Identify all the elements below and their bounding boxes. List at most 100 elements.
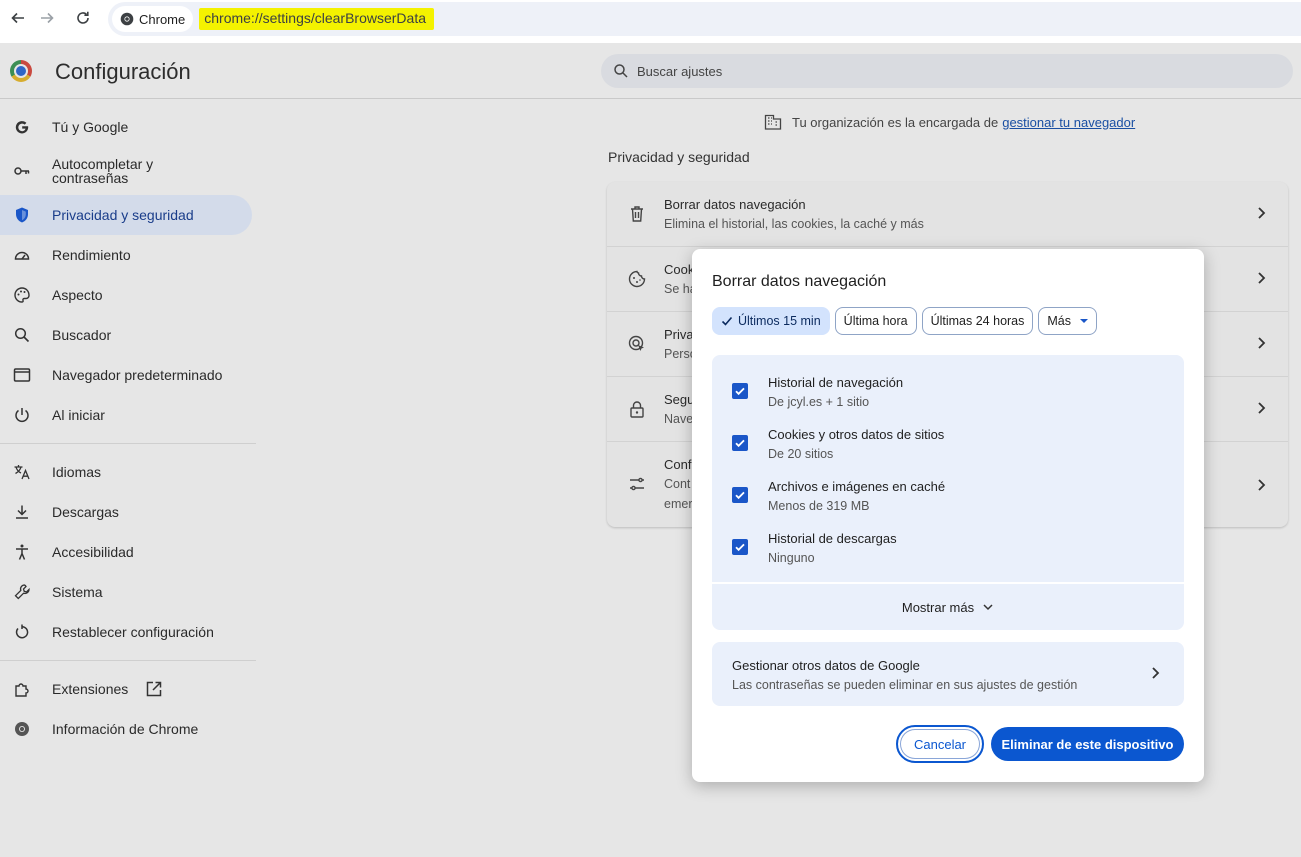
lock-icon <box>627 399 647 419</box>
arrow-right-icon <box>41 12 54 24</box>
power-icon <box>12 405 32 425</box>
search-settings-input[interactable]: Buscar ajustes <box>601 54 1293 88</box>
reset-icon <box>12 622 32 642</box>
search-icon <box>614 64 628 78</box>
sidebar-item-label: Accesibilidad <box>52 544 134 560</box>
row-subtitle: Cont <box>664 477 691 491</box>
external-link-icon <box>145 680 163 698</box>
tune-icon <box>627 474 647 494</box>
section-title: Privacidad y seguridad <box>608 149 750 165</box>
sidebar-item-downloads[interactable]: Descargas <box>0 492 256 532</box>
sidebar-item-languages[interactable]: Idiomas <box>0 452 256 492</box>
row-clear-browsing-data[interactable]: Borrar datos navegación Elimina el histo… <box>607 182 1288 247</box>
sidebar-item-label: Idiomas <box>52 464 102 480</box>
sidebar-item-extensions[interactable]: Extensiones <box>0 669 256 709</box>
range-last-hour[interactable]: Última hora <box>834 307 917 335</box>
google-data-subtitle: Las contraseñas se pueden eliminar en su… <box>732 678 1078 692</box>
chevron-right-icon <box>1258 402 1266 414</box>
sidebar-item-search-engine[interactable]: Buscador <box>0 315 256 355</box>
sidebar-item-appearance[interactable]: Aspecto <box>0 275 256 315</box>
sidebar-item-you-and-google[interactable]: Tú y Google <box>0 107 256 147</box>
checkbox-download-history[interactable] <box>732 539 748 555</box>
settings-header: Configuración Buscar ajustes <box>0 43 1301 99</box>
row-subtitle-2: emer <box>664 497 693 511</box>
google-data-title: Gestionar otros datos de Google <box>732 658 920 673</box>
download-icon <box>12 502 32 522</box>
sidebar-item-reset[interactable]: Restablecer configuración <box>0 612 256 652</box>
address-bar[interactable]: Chrome chrome://settings/clearBrowserDat… <box>108 2 1301 36</box>
sidebar-item-label: Al iniciar <box>52 407 105 423</box>
chevron-right-icon <box>1258 337 1266 349</box>
checkbox-browsing-history[interactable] <box>732 383 748 399</box>
check-icon <box>735 543 745 552</box>
data-item-detail: Ninguno <box>768 551 815 565</box>
row-subtitle: Elimina el historial, las cookies, la ca… <box>664 217 924 231</box>
url-text[interactable]: chrome://settings/clearBrowserData <box>199 8 435 30</box>
sidebar-item-label: Tú y Google <box>52 119 129 135</box>
chevron-right-icon <box>1258 272 1266 284</box>
sidebar-item-privacy[interactable]: Privacidad y seguridad <box>0 195 252 235</box>
sidebar-item-autofill[interactable]: Autocompletar y contraseñas <box>0 147 256 195</box>
delete-from-device-button[interactable]: Eliminar de este dispositivo <box>991 727 1184 761</box>
show-more-button[interactable]: Mostrar más <box>712 584 1184 630</box>
checkbox-cookies[interactable] <box>732 435 748 451</box>
data-item-cookies[interactable]: Cookies y otros datos de sitios De 20 si… <box>712 407 1184 461</box>
site-chip-label: Chrome <box>139 11 186 27</box>
clear-browsing-data-dialog: Borrar datos navegación Últimos 15 min Ú… <box>692 249 1204 782</box>
sidebar-item-label: Rendimiento <box>52 247 131 263</box>
chrome-logo-icon <box>10 60 32 82</box>
range-label: Más <box>1047 314 1072 328</box>
sidebar-item-label: Aspecto <box>52 287 103 303</box>
search-placeholder: Buscar ajustes <box>637 63 723 79</box>
accessibility-icon <box>12 542 32 562</box>
data-item-cache[interactable]: Archivos e imágenes en caché Menos de 31… <box>712 459 1184 513</box>
sidebar-item-label: Extensiones <box>52 681 129 697</box>
row-title: Segu <box>664 392 695 407</box>
sidebar-item-default-browser[interactable]: Navegador predeterminado <box>0 355 256 395</box>
sidebar-divider <box>0 660 256 661</box>
reload-button[interactable] <box>65 0 101 36</box>
manage-google-data-link[interactable]: Gestionar otros datos de Google Las cont… <box>712 642 1184 706</box>
data-item-title: Historial de descargas <box>768 531 897 546</box>
range-label: Última hora <box>843 314 908 328</box>
range-last-24-hours[interactable]: Últimas 24 horas <box>921 307 1034 335</box>
data-item-download-history[interactable]: Historial de descargas Ninguno <box>712 511 1184 565</box>
ads-privacy-icon <box>627 334 647 354</box>
check-icon <box>735 439 745 448</box>
sidebar-item-label: Privacidad y seguridad <box>52 207 194 223</box>
checkbox-cache[interactable] <box>732 487 748 503</box>
sidebar-item-label: Descargas <box>52 504 119 520</box>
search-icon <box>12 325 32 345</box>
time-range-selector: Últimos 15 min Última hora Últimas 24 ho… <box>712 307 1098 335</box>
check-icon <box>721 316 733 326</box>
page-title: Configuración <box>55 59 191 84</box>
sidebar-item-on-startup[interactable]: Al iniciar <box>0 395 256 435</box>
cookie-icon <box>627 269 647 289</box>
range-last-15-min[interactable]: Últimos 15 min <box>712 307 830 335</box>
extension-icon <box>12 679 32 699</box>
sidebar: Tú y Google Autocompletar y contraseñas … <box>0 107 256 749</box>
range-more-dropdown[interactable]: Más <box>1038 307 1098 335</box>
check-icon <box>735 387 745 396</box>
translate-icon <box>12 462 32 482</box>
sidebar-item-label: Información de Chrome <box>52 721 199 737</box>
cancel-button[interactable]: Cancelar <box>896 725 984 763</box>
sidebar-item-system[interactable]: Sistema <box>0 572 256 612</box>
sidebar-item-about-chrome[interactable]: Información de Chrome <box>0 709 256 749</box>
forward-button[interactable] <box>29 0 65 36</box>
manage-browser-link[interactable]: gestionar tu navegador <box>1002 115 1135 130</box>
managed-notice-text: Tu organización es la encargada de <box>792 114 999 130</box>
sidebar-item-accessibility[interactable]: Accesibilidad <box>0 532 256 572</box>
chrome-icon <box>120 12 134 26</box>
managed-notice: Tu organización es la encargada de gesti… <box>764 113 1135 131</box>
browser-toolbar: Chrome chrome://settings/clearBrowserDat… <box>0 0 1301 40</box>
sidebar-item-performance[interactable]: Rendimiento <box>0 235 256 275</box>
row-title: Conf <box>664 457 692 472</box>
site-info-chip[interactable]: Chrome <box>112 6 194 32</box>
dialog-title: Borrar datos navegación <box>712 273 887 290</box>
browser-icon <box>12 365 32 385</box>
sidebar-item-label: Restablecer configuración <box>52 624 214 640</box>
data-item-browsing-history[interactable]: Historial de navegación De jcyl.es + 1 s… <box>712 355 1184 409</box>
chrome-icon <box>12 719 32 739</box>
arrow-left-icon <box>11 12 24 24</box>
